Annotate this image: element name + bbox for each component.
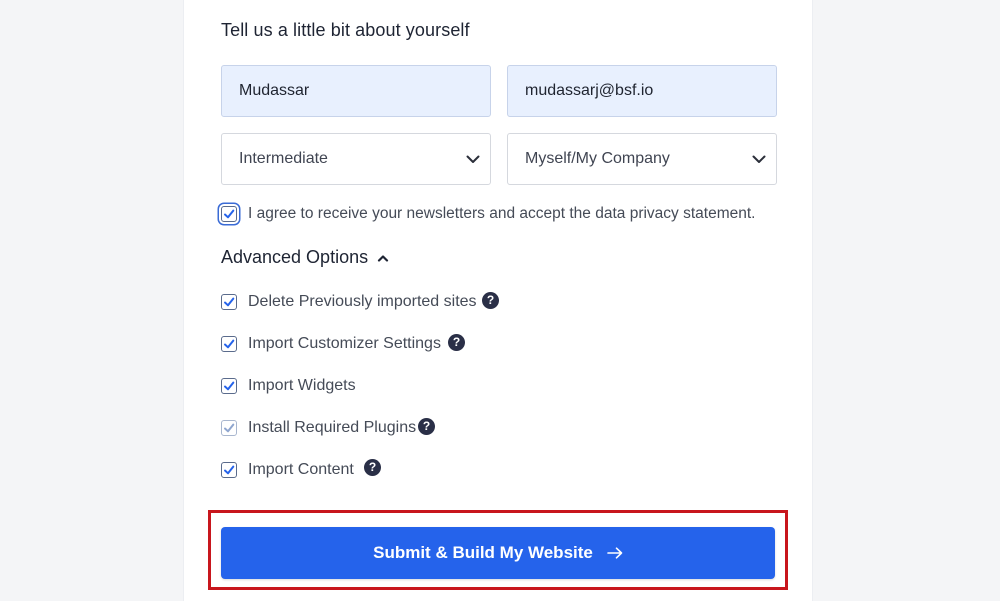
newsletter-consent-checkbox[interactable] <box>221 206 237 222</box>
checkmark-icon <box>224 297 235 307</box>
install-required-plugins-label: Install Required Plugins <box>248 419 417 436</box>
newsletter-consent-label: I agree to receive your newsletters and … <box>248 205 756 222</box>
checkmark-icon <box>224 209 235 219</box>
install-required-plugins-checkbox[interactable] <box>221 420 237 436</box>
help-icon[interactable]: ? <box>418 418 435 435</box>
checkmark-icon <box>224 339 235 349</box>
chevron-down-icon <box>752 155 766 163</box>
import-widgets-label: Import Widgets <box>248 377 356 394</box>
checkmark-icon <box>224 465 235 475</box>
submit-build-website-button[interactable]: Submit & Build My Website <box>221 527 775 579</box>
delete-previous-imports-checkbox[interactable] <box>221 294 237 310</box>
name-field[interactable]: Mudassar <box>221 65 491 117</box>
experience-level-value: Intermediate <box>239 150 328 167</box>
usage-value: Myself/My Company <box>525 150 670 167</box>
submit-button-label: Submit & Build My Website <box>373 543 593 562</box>
experience-level-select[interactable]: Intermediate <box>221 133 491 185</box>
email-field-value: mudassarj@bsf.io <box>525 82 654 99</box>
chevron-down-icon <box>466 155 480 163</box>
help-icon[interactable]: ? <box>448 334 465 351</box>
name-field-value: Mudassar <box>239 82 310 99</box>
checkmark-icon <box>224 423 235 433</box>
email-field[interactable]: mudassarj@bsf.io <box>507 65 777 117</box>
import-content-label: Import Content <box>248 461 354 478</box>
chevron-up-icon[interactable] <box>376 253 390 263</box>
form-heading: Tell us a little bit about yourself <box>221 20 470 40</box>
delete-previous-imports-label: Delete Previously imported sites <box>248 293 477 310</box>
checkmark-icon <box>224 381 235 391</box>
help-icon[interactable]: ? <box>364 459 381 476</box>
import-content-checkbox[interactable] <box>221 462 237 478</box>
import-widgets-checkbox[interactable] <box>221 378 237 394</box>
import-customizer-settings-checkbox[interactable] <box>221 336 237 352</box>
arrow-right-icon <box>607 547 623 559</box>
usage-select[interactable]: Myself/My Company <box>507 133 777 185</box>
import-customizer-settings-label: Import Customizer Settings <box>248 335 441 352</box>
help-icon[interactable]: ? <box>482 292 499 309</box>
advanced-options-toggle[interactable]: Advanced Options <box>221 247 368 268</box>
